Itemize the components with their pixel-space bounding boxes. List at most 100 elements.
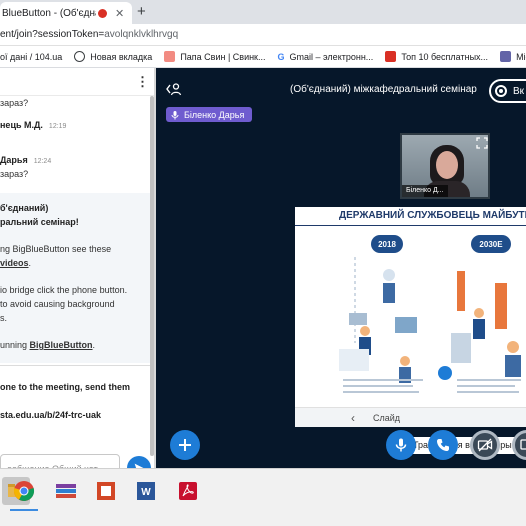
bookmark-top10[interactable]: Топ 10 бесплатных... [385, 51, 488, 62]
users-back-icon [166, 83, 182, 96]
bookmark-teams[interactable]: Microsoft Tean [500, 51, 526, 62]
svg-text:W: W [141, 487, 151, 498]
slide-title: ДЕРЖАВНИЙ СЛУЖБОВЕЦЬ МАЙБУТНЬ [339, 210, 526, 221]
presentation-slide: ДЕРЖАВНИЙ СЛУЖБОВЕЦЬ МАЙБУТНЬ 2018 2030Е [295, 207, 526, 427]
microphone-icon [395, 438, 407, 452]
invite-line: one to the meeting, send them [0, 382, 131, 392]
bookmarks-bar: ої дані / 104.ua Новая вкладка Папа Свин… [0, 46, 526, 68]
webcam-user-name: Біленко Д... [402, 185, 448, 197]
share-webcam-button[interactable] [470, 430, 500, 460]
welcome-line: ng BigBlueButton see these [0, 244, 112, 254]
bookmark-label: ої дані / 104.ua [0, 51, 63, 62]
chat-message-input[interactable]: ообщение Общий чат [0, 454, 120, 468]
videos-link[interactable]: videos [0, 258, 29, 268]
bookmark-gmail[interactable]: G Gmail – электронн... [278, 52, 374, 62]
fullscreen-icon[interactable] [476, 137, 488, 149]
recording-indicator-icon [98, 8, 107, 18]
screen-share-icon [520, 439, 526, 450]
phone-icon [437, 439, 449, 451]
chat-message-author: нець М.Д. 12:19 [0, 120, 66, 130]
send-message-button[interactable] [127, 456, 151, 468]
leave-audio-button[interactable] [428, 430, 458, 460]
bookmark-label: Microsoft Tean [516, 51, 526, 62]
welcome-line: videos. [0, 258, 31, 268]
record-icon [495, 85, 507, 97]
year-badge-right: 2030Е [471, 235, 511, 253]
chat-message-text: зараз? [0, 98, 29, 108]
pdf-reader-icon [179, 482, 197, 500]
divider [0, 365, 150, 366]
image-icon [164, 51, 176, 62]
address-bar[interactable]: ent/join?sessionToken=avolqnklvklhrvgq [0, 24, 526, 46]
year-badge-left: 2018 [371, 235, 403, 253]
new-tab-button[interactable]: + [137, 3, 146, 20]
taskbar-app-archive[interactable] [52, 477, 80, 505]
welcome-line: unning BigBlueButton. [0, 340, 95, 350]
chat-message-author: Дарья 12:24 [0, 155, 51, 165]
os-taskbar: W [0, 468, 526, 526]
webcam-off-icon [477, 438, 493, 452]
welcome-line: to avoid causing background [0, 299, 115, 309]
talking-indicator[interactable]: Біленко Дарья [166, 107, 253, 122]
webcam-person-face [436, 151, 458, 179]
active-app-indicator [10, 509, 38, 511]
microphone-icon [171, 110, 179, 119]
taskbar-chrome[interactable] [10, 477, 38, 505]
bigbluebutton-link[interactable]: BigBlueButton [30, 340, 93, 350]
red-bookmark-icon [385, 51, 397, 62]
author-name: нець М.Д. [0, 120, 43, 130]
welcome-line: б'єднаний) [0, 203, 49, 213]
tab-title: BlueButton - (Об'єднаний [2, 7, 96, 19]
punctuation: . [28, 258, 32, 268]
slide-illustration [339, 257, 521, 393]
url-text[interactable]: ent/join?sessionToken=avolqnklvklhrvgq [0, 29, 178, 40]
globe-icon [74, 51, 86, 62]
url-path: ent/join?sessionToken= [0, 29, 105, 40]
plus-icon [179, 439, 191, 451]
word-icon: W [137, 482, 155, 500]
welcome-line: ральний семінар! [0, 217, 79, 227]
previous-slide-button[interactable]: ‹ [351, 411, 355, 425]
bookmark-new-tab[interactable]: Новая вкладка [74, 51, 152, 62]
welcome-line: io bridge click the phone button. [0, 285, 128, 295]
message-time: 12:24 [33, 158, 52, 165]
bookmark-104[interactable]: ої дані / 104.ua [0, 52, 62, 62]
chrome-icon [13, 481, 35, 501]
browser-tab-strip: BlueButton - (Об'єднаний ✕ + [0, 0, 526, 24]
author-name: Дарья [0, 155, 28, 165]
chat-panel: ⋮ зараз? нець М.Д. 12:19 Дарья 12:24 зараз… [0, 68, 155, 468]
presentation-stage: (Об'єднаний) міжкафедральний семінар Вк … [156, 68, 526, 468]
welcome-line: s. [0, 313, 8, 323]
taskbar-acrobat[interactable] [174, 477, 202, 505]
meeting-title: (Об'єднаний) міжкафедральний семінар [290, 84, 477, 95]
action-bar [156, 426, 526, 468]
record-label: Вк [513, 85, 525, 97]
bookmark-label: Папа Свин | Свинк... [180, 51, 266, 62]
browser-tab[interactable]: BlueButton - (Об'єднаний ✕ [0, 2, 132, 24]
office-app-icon [97, 482, 115, 500]
google-icon: G [277, 51, 285, 62]
bookmark-label: Топ 10 бесплатных... [401, 51, 489, 62]
slide-selector[interactable]: Слайд [373, 413, 400, 423]
tab-close-icon[interactable]: ✕ [115, 7, 124, 20]
chat-options-icon[interactable]: ⋮ [136, 74, 149, 90]
welcome-text: unning [0, 340, 30, 350]
bookmark-label: Новая вкладка [90, 51, 153, 62]
punctuation: . [92, 340, 96, 350]
bookmark-label: Gmail – электронн... [289, 51, 374, 62]
record-button[interactable]: Вк [489, 79, 526, 103]
webcam-video[interactable]: Біленко Д... [400, 133, 490, 199]
talker-name: Біленко Дарья [184, 109, 245, 120]
actions-button[interactable] [170, 430, 200, 460]
toggle-users-list-button[interactable] [166, 82, 182, 101]
invite-link[interactable]: sta.edu.ua/b/24f-trc-uak [0, 410, 101, 420]
bookmark-papa-svin[interactable]: Папа Свин | Свинк... [164, 51, 266, 62]
share-screen-button[interactable] [512, 430, 526, 460]
taskbar-word[interactable]: W [132, 477, 160, 505]
mute-microphone-button[interactable] [386, 430, 416, 460]
chat-header: ⋮ [0, 68, 155, 96]
teams-icon [500, 51, 512, 62]
slide-title-underline [295, 225, 526, 226]
message-time: 12:19 [48, 123, 67, 130]
taskbar-app-office[interactable] [92, 477, 120, 505]
